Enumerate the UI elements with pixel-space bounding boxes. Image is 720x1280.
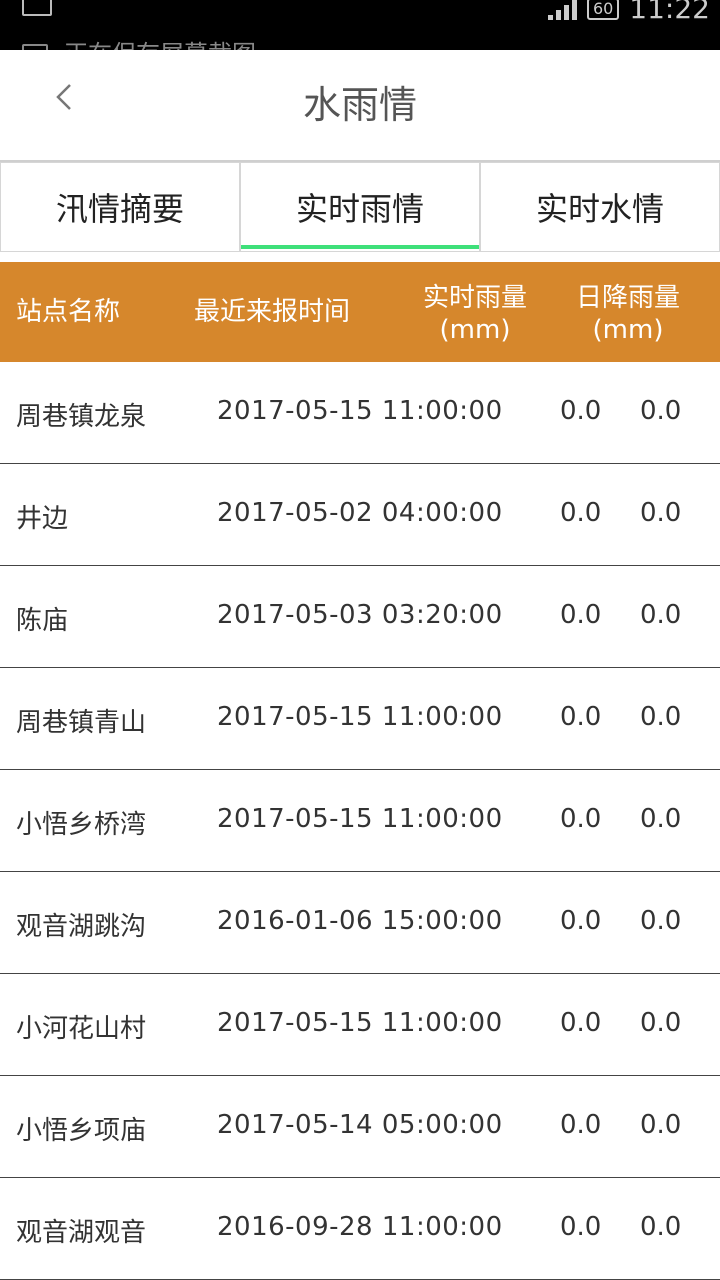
- column-header-daily-unit: (mm): [592, 315, 664, 345]
- column-header-daily: 日降雨量 (mm): [566, 282, 690, 346]
- column-header-rain: 实时雨量 (mm): [412, 282, 538, 346]
- station-list: 周巷镇龙泉 2017-05-15 11:00:00 0.0 0.0 井边 201…: [0, 362, 720, 1280]
- daily-rainfall: 0.0: [640, 702, 682, 732]
- realtime-rainfall: 0.0: [560, 804, 602, 834]
- column-header-rain-label: 实时雨量: [422, 283, 527, 313]
- table-row[interactable]: 小悟乡项庙 2017-05-14 05:00:00 0.0 0.0: [0, 1076, 720, 1178]
- daily-rainfall: 0.0: [640, 1212, 682, 1242]
- realtime-rainfall: 0.0: [560, 906, 602, 936]
- battery-icon: 60: [586, 0, 620, 20]
- realtime-rainfall: 0.0: [560, 498, 602, 528]
- column-header-rain-unit: (mm): [439, 315, 511, 345]
- station-name: 观音湖观音: [16, 1218, 147, 1248]
- tab-label: 实时水情: [535, 190, 664, 228]
- table-row[interactable]: 井边 2017-05-02 04:00:00 0.0 0.0: [0, 464, 720, 566]
- column-header-time: 最近来报时间: [194, 297, 351, 327]
- report-time: 2017-05-15 11:00:00: [217, 804, 503, 834]
- station-name: 周巷镇龙泉: [16, 402, 147, 432]
- daily-rainfall: 0.0: [640, 1008, 682, 1038]
- station-name: 小河花山村: [16, 1014, 147, 1044]
- report-time: 2017-05-14 05:00:00: [217, 1110, 503, 1140]
- daily-rainfall: 0.0: [640, 396, 682, 426]
- report-time: 2016-01-06 15:00:00: [217, 906, 503, 936]
- app-header: 水雨情: [0, 50, 720, 160]
- column-header-station: 站点名称: [16, 297, 121, 327]
- station-name: 小悟乡桥湾: [16, 810, 147, 840]
- page-title: 水雨情: [302, 83, 417, 127]
- tab-label: 汛情摘要: [55, 190, 184, 228]
- station-name: 小悟乡项庙: [16, 1116, 147, 1146]
- notification-text: 正在保存屏幕截图: [64, 40, 256, 50]
- table-row[interactable]: 周巷镇龙泉 2017-05-15 11:00:00 0.0 0.0: [0, 362, 720, 464]
- report-time: 2016-09-28 11:00:00: [217, 1212, 503, 1242]
- status-bar: 正在保存屏幕截图 60 11:22: [0, 0, 720, 50]
- table-row[interactable]: 陈庙 2017-05-03 03:20:00 0.0 0.0: [0, 566, 720, 668]
- report-time: 2017-05-15 11:00:00: [217, 1008, 503, 1038]
- tab-label: 实时雨情: [295, 190, 424, 228]
- column-header-daily-label: 日降雨量: [575, 283, 680, 313]
- daily-rainfall: 0.0: [640, 804, 682, 834]
- realtime-rainfall: 0.0: [560, 1212, 602, 1242]
- station-name: 周巷镇青山: [16, 708, 147, 738]
- tab-bar: 汛情摘要 实时雨情 实时水情: [0, 160, 720, 252]
- realtime-rainfall: 0.0: [560, 702, 602, 732]
- table-row[interactable]: 观音湖观音 2016-09-28 11:00:00 0.0 0.0: [0, 1178, 720, 1280]
- daily-rainfall: 0.0: [640, 600, 682, 630]
- active-tab-indicator: [241, 245, 479, 249]
- wifi-icon: [504, 0, 538, 20]
- station-name: 井边: [16, 504, 69, 534]
- daily-rainfall: 0.0: [640, 1110, 682, 1140]
- signal-icon: [547, 0, 577, 20]
- realtime-rainfall: 0.0: [560, 600, 602, 630]
- image-icon: [22, 0, 52, 16]
- status-time: 11:22: [629, 0, 710, 25]
- report-time: 2017-05-03 03:20:00: [217, 600, 503, 630]
- tab-flood-summary[interactable]: 汛情摘要: [0, 162, 240, 252]
- daily-rainfall: 0.0: [640, 498, 682, 528]
- table-row[interactable]: 小河花山村 2017-05-15 11:00:00 0.0 0.0: [0, 974, 720, 1076]
- daily-rainfall: 0.0: [640, 906, 682, 936]
- table-row[interactable]: 周巷镇青山 2017-05-15 11:00:00 0.0 0.0: [0, 668, 720, 770]
- report-time: 2017-05-15 11:00:00: [217, 396, 503, 426]
- table-row[interactable]: 观音湖跳沟 2016-01-06 15:00:00 0.0 0.0: [0, 872, 720, 974]
- realtime-rainfall: 0.0: [560, 396, 602, 426]
- realtime-rainfall: 0.0: [560, 1110, 602, 1140]
- table-row[interactable]: 小悟乡桥湾 2017-05-15 11:00:00 0.0 0.0: [0, 770, 720, 872]
- realtime-rainfall: 0.0: [560, 1008, 602, 1038]
- tab-realtime-water[interactable]: 实时水情: [480, 162, 720, 252]
- tab-realtime-rain[interactable]: 实时雨情: [240, 162, 480, 252]
- station-name: 陈庙: [16, 606, 69, 636]
- status-icons: 60 11:22: [504, 0, 710, 25]
- status-notification: 正在保存屏幕截图: [22, 34, 256, 50]
- report-time: 2017-05-02 04:00:00: [217, 498, 503, 528]
- table-header: 站点名称 最近来报时间 实时雨量 (mm) 日降雨量 (mm): [0, 262, 720, 362]
- report-time: 2017-05-15 11:00:00: [217, 702, 503, 732]
- station-name: 观音湖跳沟: [16, 912, 147, 942]
